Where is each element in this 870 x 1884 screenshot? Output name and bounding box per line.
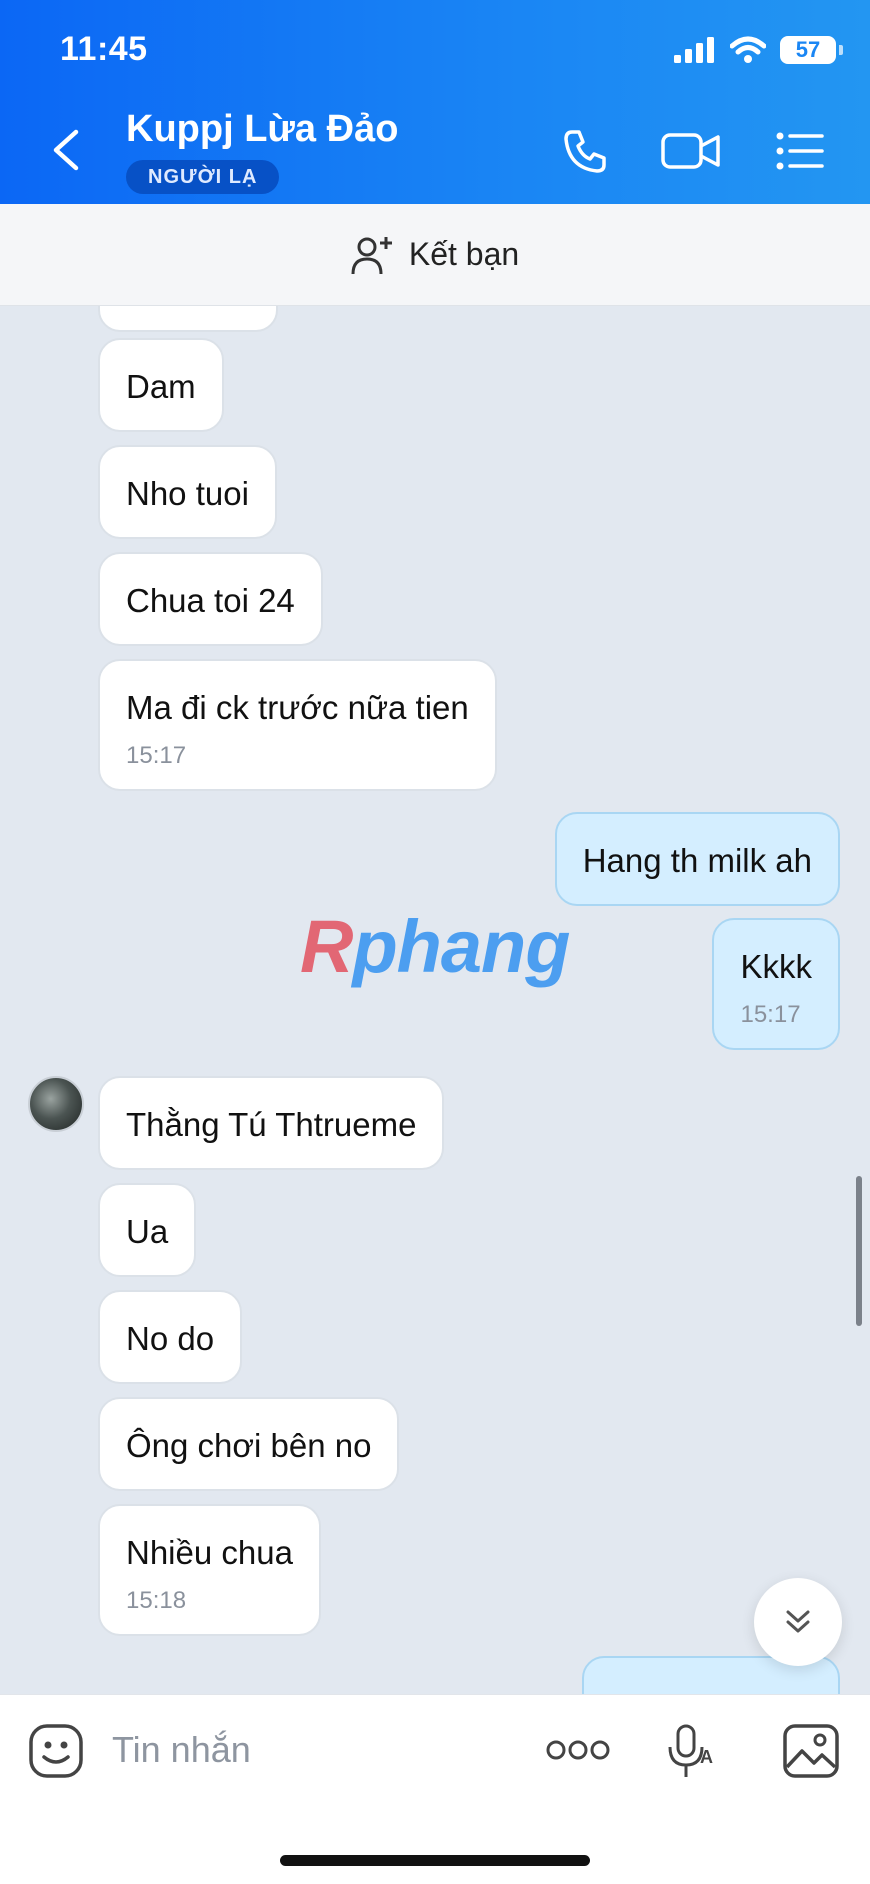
message-bubble[interactable]: Dam: [98, 338, 224, 432]
wifi-icon: [730, 36, 766, 63]
message-text: Kkkk: [740, 948, 812, 985]
chat-header: 11:45 57 Kuppj Lừa Đảo NGƯỜI LẠ: [0, 0, 870, 204]
message-text: Nhiều chua: [126, 1534, 293, 1571]
contact-name[interactable]: Kuppj Lừa Đảo: [126, 108, 398, 151]
message-bubble[interactable]: Ua: [98, 1183, 197, 1277]
add-user-icon: [351, 236, 392, 274]
stranger-badge: NGƯỜI LẠ: [126, 160, 280, 194]
scrollbar[interactable]: [856, 1176, 862, 1326]
message-bubble[interactable]: Nho tuoi: [98, 445, 277, 539]
message-bubble[interactable]: Chua toi 24: [98, 552, 323, 646]
status-icons: 57: [674, 36, 843, 64]
watermark-logo: Rphang: [300, 905, 570, 988]
message-time: 15:17: [740, 1001, 801, 1028]
message-text: No do: [126, 1320, 215, 1357]
message-bubble[interactable]: Ông chơi bên no: [98, 1397, 400, 1491]
message-text: Nho tuoi: [126, 475, 249, 512]
message-time: 15:17: [126, 742, 187, 769]
back-icon[interactable]: [48, 128, 84, 172]
message-list[interactable]: Dam Nho tuoi Chua toi 24 Ma đi ck trước …: [0, 306, 870, 1694]
message-bubble[interactable]: Nhiều chua 15:18: [98, 1504, 321, 1636]
phone-icon[interactable]: [560, 126, 610, 176]
menu-list-icon[interactable]: [774, 126, 826, 176]
message-bubble[interactable]: Thằng Tú Thtrueme: [98, 1076, 445, 1170]
signal-icon: [674, 37, 714, 63]
double-chevron-down-icon: [786, 1610, 810, 1633]
battery-level: 57: [795, 37, 821, 62]
status-time: 11:45: [60, 30, 148, 68]
message-bubble[interactable]: Ma đi ck trước nữa tien 15:17: [98, 659, 497, 791]
message-bubble-partial: [98, 306, 278, 332]
message-text: Ua: [126, 1213, 169, 1250]
message-input-bar: Tin nhắn A: [0, 1694, 870, 1884]
my-message-bubble[interactable]: Kkkk 15:17: [712, 918, 840, 1050]
home-indicator: [280, 1855, 590, 1866]
message-time: 15:18: [126, 1587, 187, 1614]
svg-text:A: A: [700, 1747, 713, 1767]
message-bubble[interactable]: No do: [98, 1290, 243, 1384]
sender-avatar[interactable]: [28, 1076, 84, 1132]
message-text: Ma đi ck trước nữa tien: [126, 689, 469, 726]
sticker-icon[interactable]: [28, 1723, 84, 1779]
scroll-to-bottom-button[interactable]: [754, 1578, 842, 1666]
message-text: Hang th milk ah: [582, 842, 812, 879]
voice-to-text-icon[interactable]: A: [666, 1723, 716, 1781]
message-text: Thằng Tú Thtrueme: [126, 1106, 417, 1143]
message-text: Chua toi 24: [126, 582, 295, 619]
battery-indicator: 57: [780, 36, 843, 64]
add-friend-bar[interactable]: Kết bạn: [0, 204, 870, 306]
add-friend-label: Kết bạn: [408, 236, 520, 272]
more-icon[interactable]: [546, 1737, 610, 1763]
image-icon[interactable]: [782, 1723, 840, 1779]
message-text: Dam: [126, 368, 196, 405]
message-input[interactable]: Tin nhắn: [112, 1729, 251, 1771]
my-message-bubble[interactable]: Hang th milk ah: [554, 812, 840, 906]
video-call-icon[interactable]: [660, 126, 722, 176]
message-text: Ông chơi bên no: [126, 1427, 372, 1464]
